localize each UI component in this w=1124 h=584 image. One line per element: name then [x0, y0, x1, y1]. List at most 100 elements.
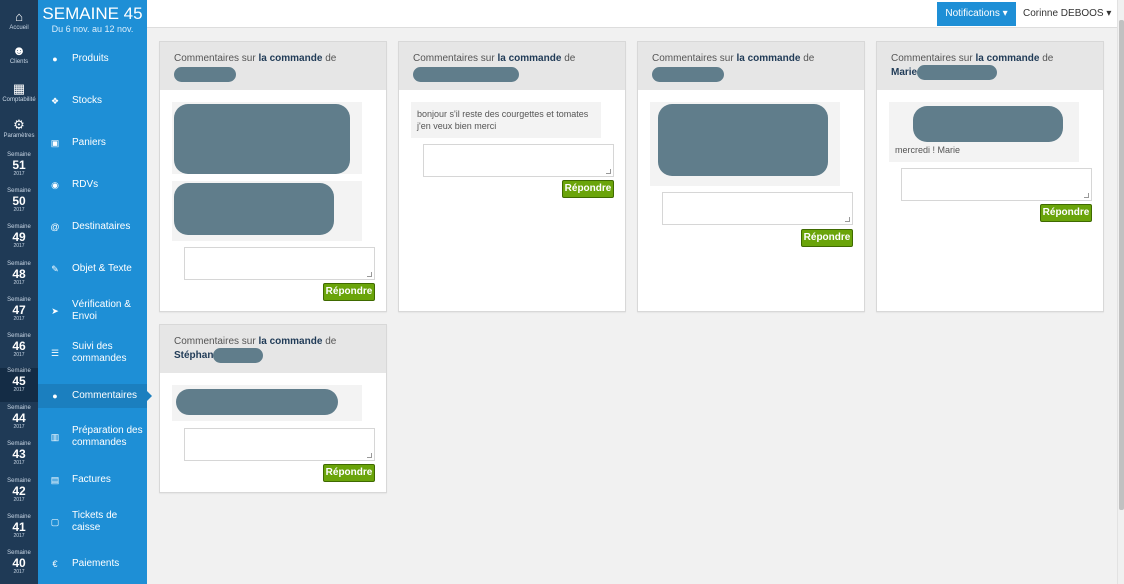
sidebar-item-preparation-commandes[interactable]: ▥ Préparation des commandes: [38, 422, 147, 452]
week-41[interactable]: Semaine 41 2017: [0, 514, 38, 548]
sidebar-item-suivi-commandes[interactable]: ☰ Suivi des commandes: [38, 338, 147, 368]
comment-card: Commentaires sur la commande de bonjour …: [398, 41, 626, 312]
receipt-icon: ▢: [50, 516, 60, 527]
comment-text: mercredi ! Marie: [895, 145, 961, 155]
left-rail: ⌂ Accueil ☻ Clients ▦ Comptabilité ⚙ Par…: [0, 0, 38, 584]
week-42[interactable]: Semaine 42 2017: [0, 478, 38, 512]
reply-button[interactable]: Répondre: [801, 229, 853, 247]
customer-name: Marie: [891, 67, 918, 79]
at-icon: @: [50, 222, 60, 232]
list-icon: ☰: [50, 347, 60, 358]
euro-icon: €: [52, 559, 58, 569]
week-49[interactable]: Semaine 49 2017: [0, 224, 38, 258]
reply-textarea[interactable]: [662, 192, 853, 225]
users-icon: ☻: [12, 43, 26, 58]
scrollbar-thumb[interactable]: [1119, 20, 1124, 510]
rail-item-clients[interactable]: ☻ Clients: [0, 44, 38, 66]
order-link[interactable]: la commande: [258, 336, 322, 347]
redacted-text: [174, 183, 334, 235]
reply-button[interactable]: Répondre: [323, 283, 375, 301]
pencil-icon: ✎: [51, 263, 59, 274]
card-header: Commentaires sur la commande de: [399, 42, 625, 90]
calculator-icon: ▦: [12, 81, 26, 96]
gear-icon: ⚙: [13, 117, 25, 132]
week-43[interactable]: Semaine 43 2017: [0, 441, 38, 475]
home-icon: ⌂: [15, 9, 23, 24]
sidebar-item-paiements[interactable]: € Paiements: [38, 553, 147, 575]
comment-card: Commentaires sur la commande de Marie me…: [876, 41, 1104, 312]
sidebar-item-commentaires[interactable]: ● Commentaires: [38, 384, 152, 408]
apple-icon: ●: [52, 54, 58, 64]
cubes-icon: ❖: [50, 95, 60, 106]
redacted-name: [174, 67, 236, 82]
redacted-name: [652, 67, 724, 82]
order-link[interactable]: la commande: [258, 53, 322, 64]
redacted-text: [658, 104, 828, 176]
order-link[interactable]: la commande: [736, 53, 800, 64]
rail-item-accueil[interactable]: ⌂ Accueil: [0, 10, 38, 32]
map-icon: ▥: [50, 431, 60, 442]
card-header: Commentaires sur la commande de Marie: [877, 42, 1103, 90]
week-dates: Du 6 nov. au 12 nov.: [51, 24, 134, 34]
user-menu[interactable]: Corinne DEBOOS ▾: [1023, 2, 1111, 26]
redacted-name: [413, 67, 519, 82]
reply-button[interactable]: Répondre: [562, 180, 614, 198]
reply-button[interactable]: Répondre: [323, 464, 375, 482]
comment-card: Commentaires sur la commande de Stéphan …: [159, 324, 387, 493]
redacted-text: [174, 104, 350, 174]
sidebar-item-verification-envoi[interactable]: ➤ Vérification & Envoi: [38, 296, 147, 326]
order-link[interactable]: la commande: [975, 53, 1039, 64]
comment-card: Commentaires sur la commande de Répondre: [637, 41, 865, 312]
notifications-button[interactable]: Notifications ▾: [937, 2, 1016, 26]
reply-textarea[interactable]: [184, 428, 375, 461]
redacted-text: [913, 106, 1063, 142]
sidebar-item-objet-texte[interactable]: ✎ Objet & Texte: [38, 258, 147, 280]
file-icon: ▤: [50, 474, 60, 485]
sidebar-item-stocks[interactable]: ❖ Stocks: [38, 90, 147, 112]
card-header: Commentaires sur la commande de: [160, 42, 386, 90]
map-marker-icon: ◉: [51, 179, 59, 190]
sidebar-item-tickets-caisse[interactable]: ▢ Tickets de caisse: [38, 507, 147, 537]
send-icon: ➤: [51, 305, 59, 316]
resize-handle[interactable]: [845, 217, 850, 222]
week-46[interactable]: Semaine 46 2017: [0, 333, 38, 367]
sidebar-item-factures[interactable]: ▤ Factures: [38, 469, 147, 491]
week-45[interactable]: Semaine 45 2017: [0, 368, 38, 402]
week-51[interactable]: Semaine 51 2017: [0, 152, 38, 186]
comment-bubble: bonjour s'il reste des courgettes et tom…: [411, 102, 601, 138]
reply-button[interactable]: Répondre: [1040, 204, 1092, 222]
card-header: Commentaires sur la commande de: [638, 42, 864, 90]
order-link[interactable]: la commande: [497, 53, 561, 64]
week-40[interactable]: Semaine 40 2017: [0, 550, 38, 584]
resize-handle[interactable]: [1084, 193, 1089, 198]
top-bar: Notifications ▾ Corinne DEBOOS ▾: [147, 0, 1117, 28]
week-title: SEMAINE 45: [42, 4, 143, 23]
week-50[interactable]: Semaine 50 2017: [0, 188, 38, 222]
reply-textarea[interactable]: [423, 144, 614, 177]
week-47[interactable]: Semaine 47 2017: [0, 297, 38, 331]
comment-icon: ●: [52, 391, 58, 401]
sidebar-item-paniers[interactable]: ▣ Paniers: [38, 132, 147, 154]
sidebar-item-rdvs[interactable]: ◉ RDVs: [38, 174, 147, 196]
comment-card: Commentaires sur la commande de Répondre: [159, 41, 387, 312]
redacted-name: [917, 65, 998, 80]
basket-icon: ▣: [50, 137, 60, 148]
resize-handle[interactable]: [367, 272, 372, 277]
redacted-name: [213, 348, 264, 363]
reply-textarea[interactable]: [184, 247, 375, 280]
rail-item-comptabilite[interactable]: ▦ Comptabilité: [0, 82, 38, 104]
page-scrollbar[interactable]: [1117, 0, 1124, 584]
resize-handle[interactable]: [606, 169, 611, 174]
week-48[interactable]: Semaine 48 2017: [0, 261, 38, 295]
sidebar: SEMAINE 45 Du 6 nov. au 12 nov. ● Produit…: [38, 0, 152, 584]
sidebar-item-produits[interactable]: ● Produits: [38, 48, 147, 70]
sidebar-item-destinataires[interactable]: @ Destinataires: [38, 216, 147, 238]
redacted-text: [176, 389, 338, 415]
reply-textarea[interactable]: [901, 168, 1092, 201]
card-header: Commentaires sur la commande de Stéphan: [160, 325, 386, 373]
week-44[interactable]: Semaine 44 2017: [0, 405, 38, 439]
week-header: SEMAINE 45 Du 6 nov. au 12 nov.: [38, 0, 147, 36]
customer-name: Stéphan: [174, 350, 214, 362]
rail-item-parametres[interactable]: ⚙ Paramètres: [0, 118, 38, 140]
resize-handle[interactable]: [367, 453, 372, 458]
